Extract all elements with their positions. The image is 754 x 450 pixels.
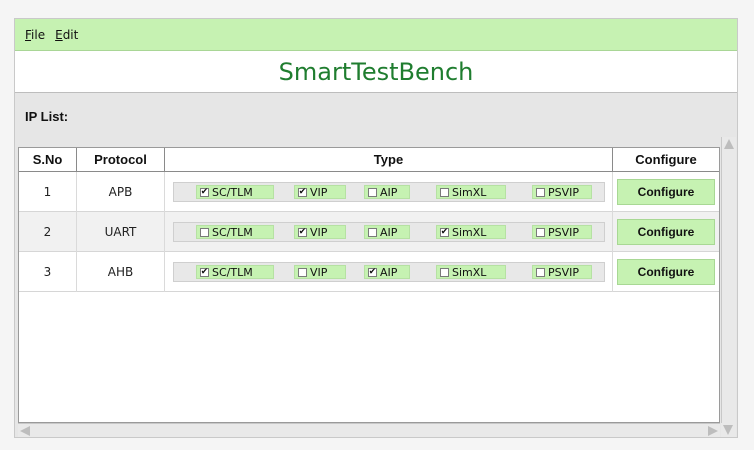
menu-file[interactable]: File: [25, 28, 45, 42]
checkbox-label: AIP: [380, 265, 398, 279]
unchecked-box-icon[interactable]: [298, 267, 307, 277]
checkbox-label: SC/TLM: [212, 265, 253, 279]
checkbox-aip[interactable]: ✔ AIP: [364, 265, 410, 279]
app-title: SmartTestBench: [278, 57, 474, 86]
type-checkbox-group: SC/TLM ✔ VIP AIP ✔ SimXL PSVIP: [173, 222, 605, 242]
row-configure-cell: Configure: [613, 212, 719, 252]
checkbox-vip[interactable]: VIP: [294, 265, 346, 279]
scroll-up-icon[interactable]: [724, 139, 734, 149]
title-banner: SmartTestBench: [15, 51, 737, 93]
checkbox-label: SC/TLM: [212, 185, 253, 199]
checkmark-icon[interactable]: ✔: [440, 227, 449, 237]
header-protocol: Protocol: [77, 148, 165, 172]
checkbox-simxl[interactable]: SimXL: [436, 265, 506, 279]
row-type-cell: ✔ SC/TLM VIP ✔ AIP SimXL PSVIP: [165, 252, 613, 292]
scroll-down-icon[interactable]: [723, 425, 733, 435]
unchecked-box-icon[interactable]: [536, 187, 545, 197]
unchecked-box-icon[interactable]: [440, 187, 449, 197]
configure-button[interactable]: Configure: [617, 219, 715, 245]
table-row: 1 APB ✔ SC/TLM ✔ VIP AIP SimXL PSVIP Configure: [19, 172, 719, 212]
checkbox-label: PSVIP: [548, 265, 580, 279]
scroll-left-icon[interactable]: [20, 426, 30, 436]
checkbox-aip[interactable]: AIP: [364, 185, 410, 199]
row-type-cell: SC/TLM ✔ VIP AIP ✔ SimXL PSVIP: [165, 212, 613, 252]
menu-bar: File Edit: [15, 19, 737, 51]
checkbox-sc-tlm[interactable]: ✔ SC/TLM: [196, 185, 274, 199]
checkbox-aip[interactable]: AIP: [364, 225, 410, 239]
configure-button[interactable]: Configure: [617, 259, 715, 285]
checkbox-vip[interactable]: ✔ VIP: [294, 185, 346, 199]
checkbox-label: SimXL: [452, 185, 487, 199]
header-type: Type: [165, 148, 613, 172]
checkbox-label: PSVIP: [548, 185, 580, 199]
checkbox-label: VIP: [310, 185, 328, 199]
checkbox-simxl[interactable]: ✔ SimXL: [436, 225, 506, 239]
vertical-scrollbar[interactable]: [721, 137, 736, 423]
unchecked-box-icon[interactable]: [368, 227, 377, 237]
row-configure-cell: Configure: [613, 172, 719, 212]
checkbox-simxl[interactable]: SimXL: [436, 185, 506, 199]
checkbox-label: SimXL: [452, 225, 487, 239]
configure-button[interactable]: Configure: [617, 179, 715, 205]
checkbox-label: PSVIP: [548, 225, 580, 239]
scroll-corner: [721, 423, 736, 437]
unchecked-box-icon[interactable]: [536, 227, 545, 237]
menu-edit-label: dit: [62, 27, 79, 42]
horizontal-scrollbar[interactable]: [18, 423, 720, 437]
header-configure: Configure: [613, 148, 719, 172]
unchecked-box-icon[interactable]: [200, 227, 209, 237]
row-configure-cell: Configure: [613, 252, 719, 292]
checkbox-psvip[interactable]: PSVIP: [532, 265, 592, 279]
checkbox-label: VIP: [310, 265, 328, 279]
checkbox-sc-tlm[interactable]: ✔ SC/TLM: [196, 265, 274, 279]
checkmark-icon[interactable]: ✔: [298, 187, 307, 197]
checkbox-vip[interactable]: ✔ VIP: [294, 225, 346, 239]
checkmark-icon[interactable]: ✔: [200, 267, 209, 277]
row-protocol: APB: [77, 172, 165, 212]
menu-edit[interactable]: Edit: [55, 28, 78, 42]
row-type-cell: ✔ SC/TLM ✔ VIP AIP SimXL PSVIP: [165, 172, 613, 212]
ip-list-label: IP List:: [25, 109, 69, 124]
table-row: 3 AHB ✔ SC/TLM VIP ✔ AIP SimXL PSVIP Configure: [19, 252, 719, 292]
table-row: 2 UART SC/TLM ✔ VIP AIP ✔ SimXL PSVIP Configure: [19, 212, 719, 252]
checkmark-icon[interactable]: ✔: [298, 227, 307, 237]
row-protocol: UART: [77, 212, 165, 252]
menu-edit-mnemonic: E: [55, 27, 63, 42]
row-sno: 2: [19, 212, 77, 252]
unchecked-box-icon[interactable]: [536, 267, 545, 277]
checkbox-label: AIP: [380, 225, 398, 239]
header-sno: S.No: [19, 148, 77, 172]
checkbox-label: SimXL: [452, 265, 487, 279]
type-checkbox-group: ✔ SC/TLM VIP ✔ AIP SimXL PSVIP: [173, 262, 605, 282]
checkbox-psvip[interactable]: PSVIP: [532, 225, 592, 239]
row-sno: 3: [19, 252, 77, 292]
unchecked-box-icon[interactable]: [368, 187, 377, 197]
menu-file-label: ile: [31, 27, 46, 42]
row-protocol: AHB: [77, 252, 165, 292]
scroll-right-icon[interactable]: [708, 426, 718, 436]
unchecked-box-icon[interactable]: [440, 267, 449, 277]
checkmark-icon[interactable]: ✔: [368, 267, 377, 277]
checkbox-psvip[interactable]: PSVIP: [532, 185, 592, 199]
checkmark-icon[interactable]: ✔: [200, 187, 209, 197]
checkbox-label: SC/TLM: [212, 225, 253, 239]
app-window: File Edit SmartTestBench IP List: S.No P…: [14, 18, 738, 438]
checkbox-label: VIP: [310, 225, 328, 239]
ip-table: S.No Protocol Type Configure 1 APB ✔ SC/TLM…: [18, 147, 720, 423]
row-sno: 1: [19, 172, 77, 212]
checkbox-label: AIP: [380, 185, 398, 199]
type-checkbox-group: ✔ SC/TLM ✔ VIP AIP SimXL PSVIP: [173, 182, 605, 202]
checkbox-sc-tlm[interactable]: SC/TLM: [196, 225, 274, 239]
